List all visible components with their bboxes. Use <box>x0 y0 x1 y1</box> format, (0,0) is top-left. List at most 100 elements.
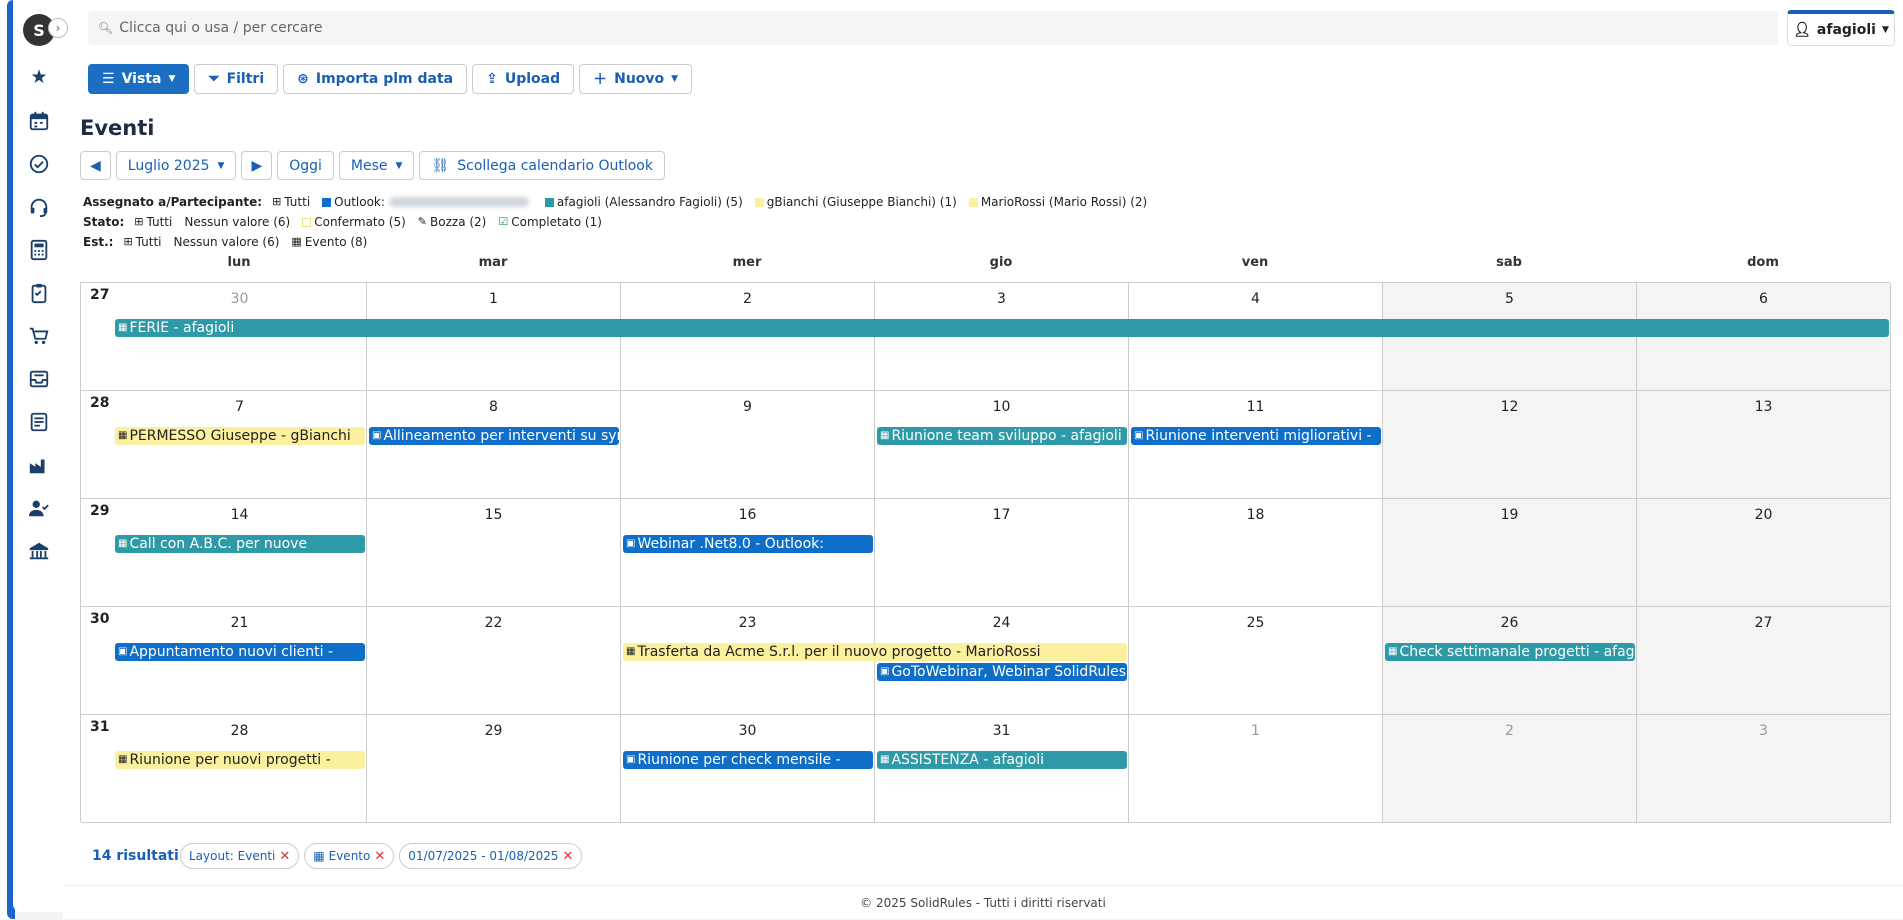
day-number[interactable]: 31 <box>875 723 1128 739</box>
search-input[interactable]: 🔍︎ Clicca qui o usa / per cercare <box>88 11 1778 45</box>
day-number[interactable]: 17 <box>875 507 1128 523</box>
filter-est-nessun[interactable]: Nessun valore (6) <box>174 232 280 252</box>
calendar-day-cell[interactable]: 25 <box>1129 607 1383 715</box>
calendar-day-cell[interactable]: 4 <box>1129 283 1383 391</box>
calendar-event[interactable]: ▦ ASSISTENZA - afagioli <box>877 751 1127 769</box>
calendar-event[interactable]: ▦ Check settimanale progetti - afagioli <box>1385 643 1635 661</box>
calendar-event[interactable]: ▦ Riunione team sviluppo - afagioli <box>877 427 1127 445</box>
calendar-event[interactable]: ▦ Trasferta da Acme S.r.l. per il nuovo p… <box>623 643 1127 661</box>
day-number[interactable]: 8 <box>367 399 620 415</box>
day-number[interactable]: 3 <box>875 291 1128 307</box>
star-icon[interactable]: ★ <box>27 65 51 89</box>
calendar-day-cell[interactable]: 28 <box>113 715 367 823</box>
calendar-day-cell[interactable]: 1 <box>1129 715 1383 823</box>
calendar-event[interactable]: ▦ FERIE - afagioli <box>115 319 1889 337</box>
filter-stato-completato[interactable]: ☑ Completato (1) <box>498 212 602 232</box>
day-number[interactable]: 2 <box>621 291 874 307</box>
calendar-day-cell[interactable]: 24 <box>875 607 1129 715</box>
day-number[interactable]: 22 <box>367 615 620 631</box>
outlook-unlink-button[interactable]: ⛓︎ Scollega calendario Outlook <box>419 151 665 180</box>
upload-button[interactable]: ⇪ Upload <box>472 64 575 94</box>
calendar-day-cell[interactable]: 8 <box>367 391 621 499</box>
calendar-day-cell[interactable]: 21 <box>113 607 367 715</box>
day-number[interactable]: 3 <box>1637 723 1890 739</box>
calendar-event[interactable]: ▦ Riunione per nuovi progetti - <box>115 751 365 769</box>
day-number[interactable]: 15 <box>367 507 620 523</box>
calendar-event[interactable]: ▣ Appuntamento nuovi clienti - <box>115 643 365 661</box>
day-number[interactable]: 18 <box>1129 507 1382 523</box>
calendar-event[interactable]: ▦ Call con A.B.C. per nuove <box>115 535 365 553</box>
day-number[interactable]: 26 <box>1383 615 1636 631</box>
filter-chip[interactable]: 01/07/2025 - 01/08/2025 ✕ <box>399 843 583 869</box>
calendar-day-cell[interactable]: 1 <box>367 283 621 391</box>
calendar-day-cell[interactable]: 3 <box>1637 715 1891 823</box>
month-select[interactable]: Luglio 2025 ▼ <box>115 151 237 180</box>
filter-chip[interactable]: Layout: Eventi ✕ <box>180 843 300 869</box>
calendar-day-cell[interactable]: 20 <box>1637 499 1891 607</box>
day-number[interactable]: 27 <box>1637 615 1890 631</box>
calendar-day-cell[interactable]: 14 <box>113 499 367 607</box>
calendar-day-cell[interactable]: 26 <box>1383 607 1637 715</box>
day-number[interactable]: 6 <box>1637 291 1890 307</box>
day-number[interactable]: 19 <box>1383 507 1636 523</box>
calendar-day-cell[interactable]: 30 <box>113 283 367 391</box>
filter-afagioli[interactable]: afagioli (Alessandro Fagioli) (5) <box>544 192 743 212</box>
factory-icon[interactable] <box>27 453 51 477</box>
filter-stato-nessun[interactable]: Nessun valore (6) <box>184 212 290 232</box>
day-number[interactable]: 9 <box>621 399 874 415</box>
calendar-day-cell[interactable]: 10 <box>875 391 1129 499</box>
calendar-day-cell[interactable]: 18 <box>1129 499 1383 607</box>
filter-stato-confermato[interactable]: Confermato (5) <box>302 212 406 232</box>
day-number[interactable]: 4 <box>1129 291 1382 307</box>
sidebar-toggle-chevron-icon[interactable]: › <box>48 18 68 38</box>
filter-tutti[interactable]: ⊞ Tutti <box>272 192 310 212</box>
day-number[interactable]: 25 <box>1129 615 1382 631</box>
nuovo-button[interactable]: ＋ Nuovo ▼ <box>579 64 693 94</box>
calendar-day-cell[interactable]: 5 <box>1383 283 1637 391</box>
filtri-button[interactable]: ⏷ Filtri <box>194 64 279 94</box>
day-number[interactable]: 14 <box>113 507 366 523</box>
calendar-day-cell[interactable]: 7 <box>113 391 367 499</box>
day-number[interactable]: 13 <box>1637 399 1890 415</box>
filter-mariorossi[interactable]: MarioRossi (Mario Rossi) (2) <box>968 192 1147 212</box>
calendar-event[interactable]: ▣ Allineamento per interventi su sync <box>369 427 619 445</box>
day-number[interactable]: 10 <box>875 399 1128 415</box>
day-number[interactable]: 12 <box>1383 399 1636 415</box>
calendar-day-cell[interactable]: 27 <box>1637 607 1891 715</box>
calendar-day-cell[interactable]: 15 <box>367 499 621 607</box>
filter-est-evento[interactable]: ▦ Evento (8) <box>291 232 367 252</box>
day-number[interactable]: 1 <box>367 291 620 307</box>
calendar-event[interactable]: ▣ Riunione interventi migliorativi - <box>1131 427 1381 445</box>
day-number[interactable]: 2 <box>1383 723 1636 739</box>
day-number[interactable]: 23 <box>621 615 874 631</box>
calendar-event[interactable]: ▦ PERMESSO Giuseppe - gBianchi <box>115 427 365 445</box>
calculator-icon[interactable] <box>27 238 51 262</box>
calendar-day-cell[interactable]: 12 <box>1383 391 1637 499</box>
filter-stato-tutti[interactable]: ⊞ Tutti <box>134 212 172 232</box>
calendar-event[interactable]: ▣ Webinar .Net8.0 - Outlook: <box>623 535 873 553</box>
calendar-day-cell[interactable]: 17 <box>875 499 1129 607</box>
day-number[interactable]: 28 <box>113 723 366 739</box>
day-number[interactable]: 24 <box>875 615 1128 631</box>
calendar-day-cell[interactable]: 30 <box>621 715 875 823</box>
calendar-day-cell[interactable]: 3 <box>875 283 1129 391</box>
calendar-day-cell[interactable]: 16 <box>621 499 875 607</box>
filter-outlook[interactable]: Outlook: <box>322 192 533 212</box>
close-icon[interactable]: ✕ <box>374 849 385 864</box>
calendar-day-cell[interactable]: 19 <box>1383 499 1637 607</box>
calendar-day-cell[interactable]: 29 <box>367 715 621 823</box>
clipboard-icon[interactable] <box>27 281 51 305</box>
inbox-icon[interactable] <box>27 367 51 391</box>
filter-gbianchi[interactable]: gBianchi (Giuseppe Bianchi) (1) <box>754 192 957 212</box>
prev-month-button[interactable]: ◀ <box>80 151 111 180</box>
day-number[interactable]: 30 <box>621 723 874 739</box>
day-number[interactable]: 16 <box>621 507 874 523</box>
document-list-icon[interactable] <box>27 410 51 434</box>
view-mode-select[interactable]: Mese ▼ <box>338 151 415 180</box>
user-check-icon[interactable] <box>27 496 51 520</box>
user-menu-button[interactable]: 👤︎ afagioli ▼ <box>1787 10 1895 46</box>
calendar-day-cell[interactable]: 23 <box>621 607 875 715</box>
importa-button[interactable]: ⊛ Importa plm data <box>283 64 468 94</box>
calendar-day-cell[interactable]: 6 <box>1637 283 1891 391</box>
check-circle-icon[interactable] <box>27 152 51 176</box>
